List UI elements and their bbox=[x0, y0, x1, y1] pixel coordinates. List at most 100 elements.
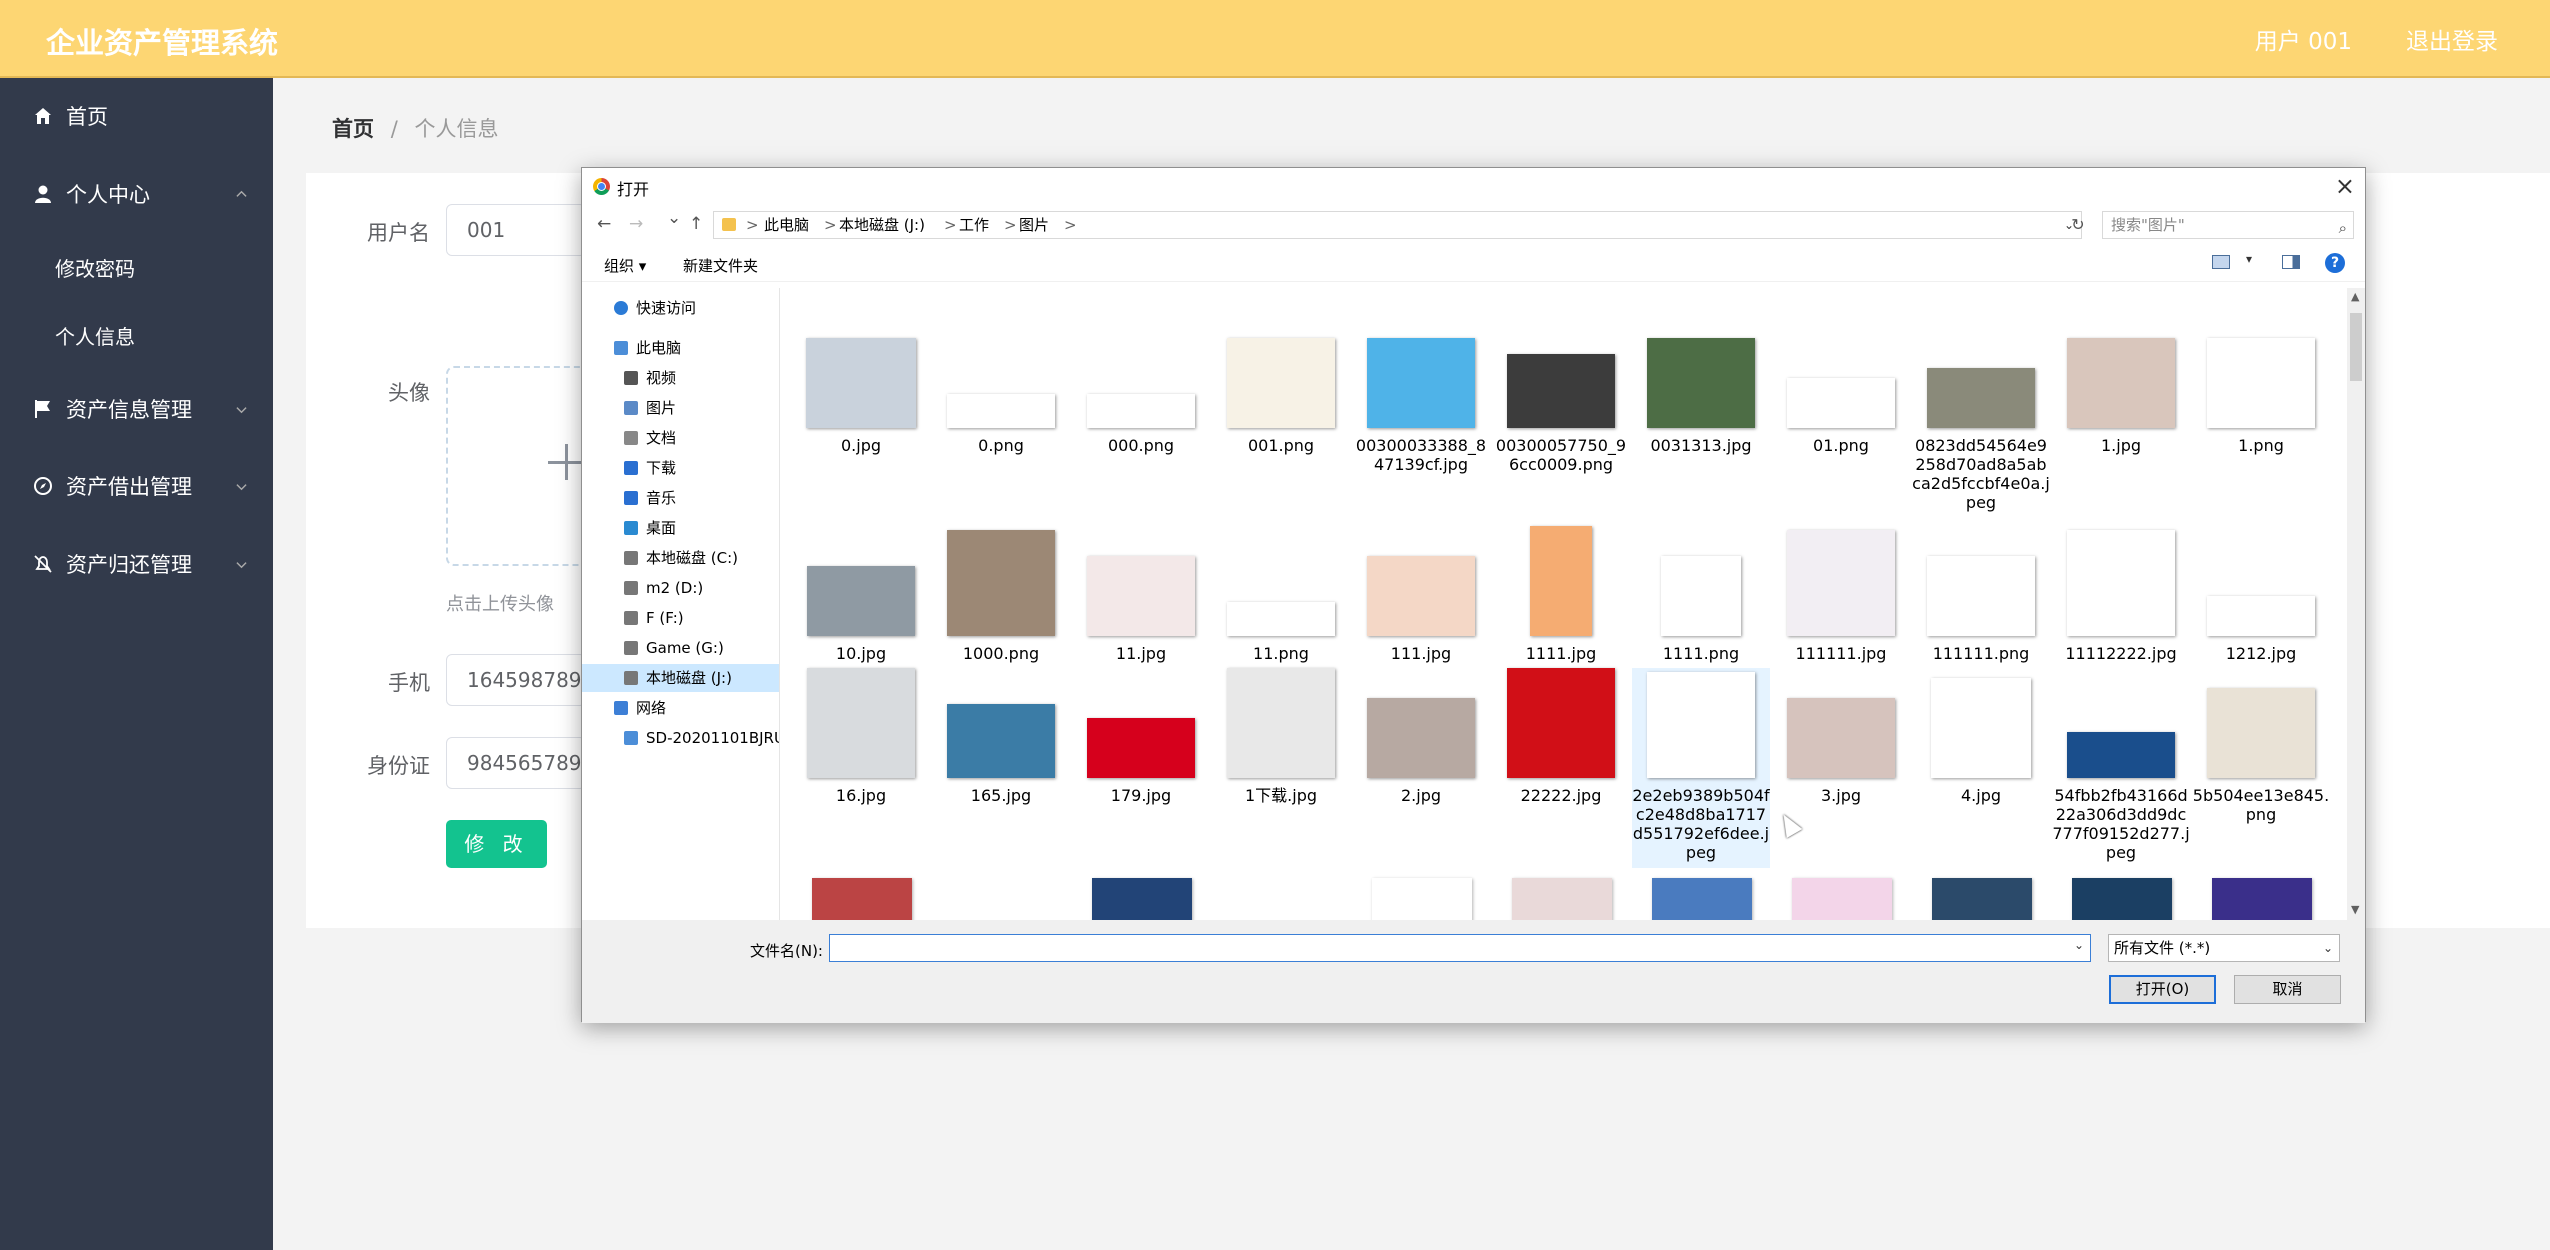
file-item[interactable]: 001.png bbox=[1212, 318, 1350, 508]
search-input[interactable]: 搜索"图片" ⌕ bbox=[2102, 211, 2354, 239]
tree-item[interactable]: 网络 bbox=[582, 694, 779, 722]
image-thumbnail[interactable] bbox=[812, 878, 912, 920]
image-thumbnail[interactable] bbox=[1372, 878, 1472, 920]
phone-field[interactable]: 16459878982 bbox=[446, 654, 586, 706]
open-button[interactable]: 打开(O) bbox=[2109, 975, 2216, 1004]
sidebar-item-asset-return[interactable]: 资产归还管理 bbox=[0, 532, 273, 596]
tree-item[interactable]: 图片 bbox=[582, 394, 779, 422]
scroll-down-icon[interactable]: ▼ bbox=[2351, 903, 2359, 916]
file-item[interactable]: 3.jpg bbox=[1772, 668, 1910, 868]
file-item[interactable]: 165.jpg bbox=[932, 668, 1070, 868]
modify-button[interactable]: 修 改 bbox=[446, 820, 547, 868]
tree-item[interactable]: 音乐 bbox=[582, 484, 779, 512]
tree-item[interactable]: 视频 bbox=[582, 364, 779, 392]
scroll-thumb[interactable] bbox=[2350, 313, 2362, 381]
tree-item[interactable]: 快速访问 bbox=[582, 294, 779, 322]
up-arrow-icon[interactable]: ↑ bbox=[689, 214, 703, 234]
download-icon bbox=[624, 461, 638, 475]
file-item[interactable]: 179.jpg bbox=[1072, 668, 1210, 868]
tree-item[interactable]: F (F:) bbox=[582, 604, 779, 632]
tree-item[interactable]: Game (G:) bbox=[582, 634, 779, 662]
sidebar-item-home[interactable]: 首页 bbox=[0, 84, 273, 148]
file-item[interactable]: 22222.jpg bbox=[1492, 668, 1630, 868]
dialog-titlebar[interactable]: 打开 × bbox=[582, 168, 2365, 206]
idcard-field[interactable]: 98456578984 bbox=[446, 737, 586, 789]
sidebar-item-asset-info[interactable]: 资产信息管理 bbox=[0, 377, 273, 441]
path-separator: > bbox=[746, 216, 759, 234]
logout-link[interactable]: 退出登录 bbox=[2406, 22, 2498, 56]
drive-icon bbox=[624, 671, 638, 685]
file-item[interactable]: 0823dd54564e9258d70ad8a5abca2d5fccbf4e0a… bbox=[1912, 318, 2050, 512]
refresh-icon[interactable]: ↻ bbox=[2066, 211, 2090, 239]
image-thumbnail bbox=[1927, 556, 2035, 636]
tree-item[interactable]: 桌面 bbox=[582, 514, 779, 542]
file-open-dialog: 打开 × ← → ⌄ ↑ > 此电脑 > 本地磁盘 (J:) > 工作 > 图片… bbox=[581, 167, 2366, 1023]
breadcrumb-separator: / bbox=[390, 117, 398, 141]
file-item[interactable]: 0031313.jpg bbox=[1632, 318, 1770, 508]
new-folder-button[interactable]: 新建文件夹 bbox=[683, 255, 758, 276]
filename-input[interactable]: ⌄ bbox=[829, 934, 2091, 962]
file-name: 11112222.jpg bbox=[2065, 644, 2177, 663]
sidebar-item-personal-center[interactable]: 个人中心 bbox=[0, 162, 273, 226]
sidebar-item-asset-lend[interactable]: 资产借出管理 bbox=[0, 454, 273, 518]
file-name: 1.jpg bbox=[2100, 436, 2142, 455]
close-icon[interactable]: × bbox=[2335, 172, 2355, 200]
file-item[interactable]: 4.jpg bbox=[1912, 668, 2050, 868]
file-item[interactable]: 5b504ee13e845.png bbox=[2192, 668, 2330, 868]
image-thumbnail[interactable] bbox=[1652, 878, 1752, 920]
view-mode-icon[interactable] bbox=[2212, 255, 2230, 269]
address-bar[interactable]: > 此电脑 > 本地磁盘 (J:) > 工作 > 图片 > ⌄ bbox=[713, 211, 2082, 239]
image-thumbnail[interactable] bbox=[1092, 878, 1192, 920]
image-thumbnail[interactable] bbox=[2072, 878, 2172, 920]
tree-item[interactable]: m2 (D:) bbox=[582, 574, 779, 602]
tree-item[interactable]: 下载 bbox=[582, 454, 779, 482]
filename-dropdown-icon[interactable]: ⌄ bbox=[2074, 938, 2084, 952]
image-thumbnail[interactable] bbox=[2212, 878, 2312, 920]
breadcrumb-home[interactable]: 首页 bbox=[332, 117, 374, 141]
file-item[interactable]: 000.png bbox=[1072, 318, 1210, 508]
path-segment[interactable]: 工作 bbox=[959, 212, 989, 238]
scroll-up-icon[interactable]: ▲ bbox=[2351, 290, 2359, 303]
image-thumbnail[interactable] bbox=[1792, 878, 1892, 920]
image-thumbnail[interactable] bbox=[1512, 878, 1612, 920]
image-thumbnail bbox=[1087, 718, 1195, 778]
file-item[interactable]: 1.png bbox=[2192, 318, 2330, 508]
file-item[interactable]: 1下载.jpg bbox=[1212, 668, 1350, 868]
file-item[interactable]: 0.jpg bbox=[792, 318, 930, 508]
filetype-select[interactable]: 所有文件 (*.*) ⌄ bbox=[2108, 934, 2340, 962]
username-field[interactable]: 001 bbox=[446, 204, 586, 256]
view-dropdown-icon[interactable]: ▾ bbox=[2246, 252, 2252, 266]
file-item[interactable]: 1.jpg bbox=[2052, 318, 2190, 508]
file-item[interactable]: 01.png bbox=[1772, 318, 1910, 508]
tree-item[interactable]: 此电脑 bbox=[582, 334, 779, 362]
organize-menu[interactable]: 组织 ▾ bbox=[604, 255, 646, 276]
file-name: 1.png bbox=[2238, 436, 2284, 455]
cancel-button[interactable]: 取消 bbox=[2234, 975, 2341, 1004]
file-item[interactable]: 16.jpg bbox=[792, 668, 930, 868]
image-thumbnail[interactable] bbox=[1932, 878, 2032, 920]
help-icon[interactable]: ? bbox=[2325, 253, 2345, 273]
vertical-scrollbar[interactable]: ▲ ▼ bbox=[2347, 288, 2365, 920]
path-segment[interactable]: 此电脑 bbox=[764, 212, 809, 238]
drive-icon bbox=[624, 551, 638, 565]
tree-item[interactable]: SD-20201101BJRU bbox=[582, 724, 779, 752]
recent-locations-icon[interactable]: ⌄ bbox=[667, 208, 681, 228]
forward-arrow-icon[interactable]: → bbox=[629, 214, 643, 234]
tree-item[interactable]: 本地磁盘 (C:) bbox=[582, 544, 779, 572]
path-segment[interactable]: 图片 bbox=[1019, 212, 1049, 238]
file-item[interactable]: 2.jpg bbox=[1352, 668, 1490, 868]
file-item[interactable]: 00300033388_847139cf.jpg bbox=[1352, 318, 1490, 508]
file-item[interactable]: 54fbb2fb43166d22a306d3dd9dc777f09152d277… bbox=[2052, 668, 2190, 868]
sidebar-subitem-personal-info[interactable]: 个人信息 bbox=[55, 321, 135, 350]
network-icon bbox=[614, 701, 628, 715]
sidebar-subitem-change-password[interactable]: 修改密码 bbox=[55, 253, 135, 282]
path-segment[interactable]: 本地磁盘 (J:) bbox=[839, 212, 925, 238]
file-item[interactable]: 2e2eb9389b504fc2e48d8ba1717d551792ef6dee… bbox=[1632, 668, 1770, 868]
back-arrow-icon[interactable]: ← bbox=[597, 214, 611, 234]
tree-item[interactable]: 文档 bbox=[582, 424, 779, 452]
tree-item[interactable]: 本地磁盘 (J:) bbox=[582, 664, 779, 692]
preview-pane-icon[interactable] bbox=[2282, 255, 2300, 269]
file-item[interactable]: 0.png bbox=[932, 318, 1070, 508]
file-name: 111.jpg bbox=[1390, 644, 1452, 663]
file-item[interactable]: 00300057750_96cc0009.png bbox=[1492, 318, 1630, 508]
